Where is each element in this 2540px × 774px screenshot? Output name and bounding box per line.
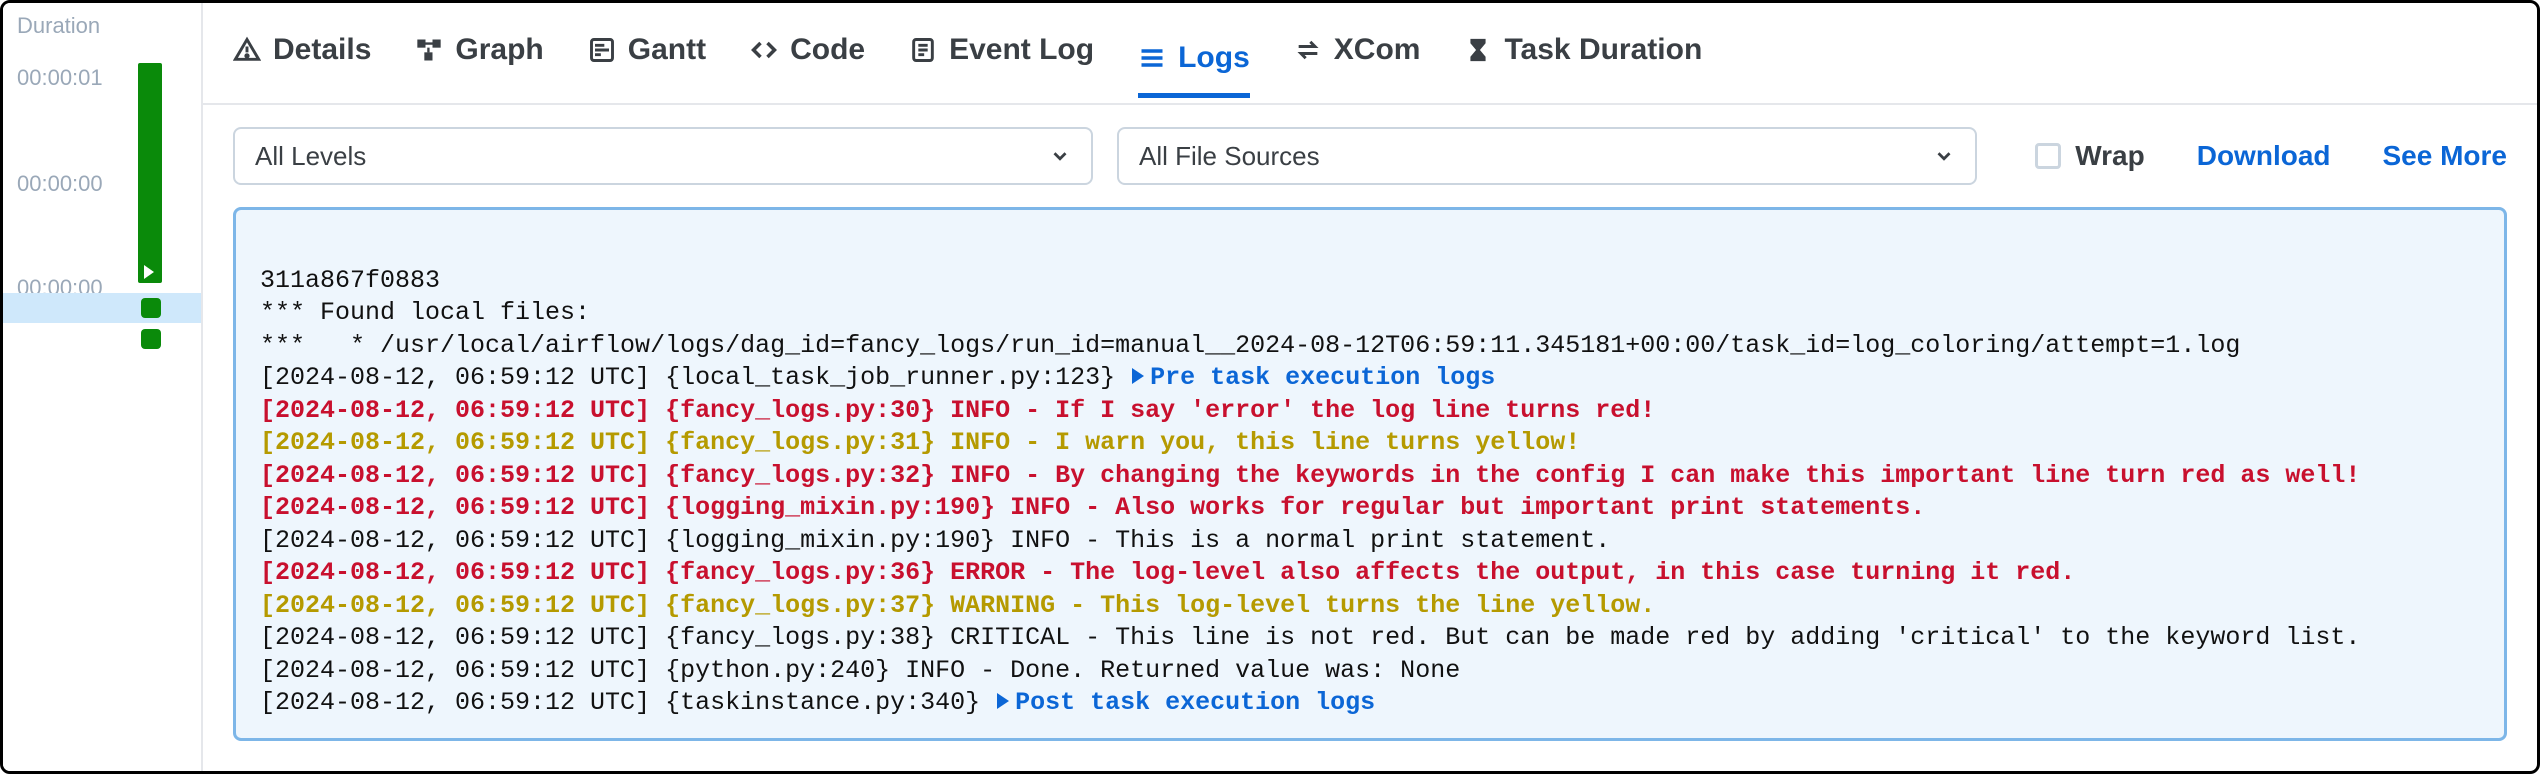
- log-line: [2024-08-12, 06:59:12 UTC] {fancy_logs.p…: [260, 623, 2360, 652]
- play-icon: [144, 265, 154, 279]
- log-line: *** * /usr/local/airflow/logs/dag_id=fan…: [260, 331, 2240, 360]
- tab-label: Task Duration: [1504, 33, 1702, 67]
- log-line: *** Found local files:: [260, 298, 590, 327]
- tab-logs[interactable]: Logs: [1138, 41, 1250, 98]
- log-level-select[interactable]: All Levels: [233, 127, 1093, 185]
- duration-sidebar: Duration 00:00:01 00:00:00 00:00:00: [3, 3, 203, 771]
- tab-label: Gantt: [628, 33, 706, 67]
- log-output-panel[interactable]: 311a867f0883 *** Found local files: *** …: [233, 207, 2507, 741]
- file-source-select[interactable]: All File Sources: [1117, 127, 1977, 185]
- sidebar-title: Duration: [3, 3, 201, 44]
- log-line: [2024-08-12, 06:59:12 UTC] {logging_mixi…: [260, 526, 1610, 555]
- tab-code[interactable]: Code: [750, 33, 865, 85]
- tab-label: Logs: [1178, 41, 1250, 75]
- log-line: [2024-08-12, 06:59:12 UTC] {logging_mixi…: [260, 493, 1925, 522]
- expand-triangle-icon[interactable]: [997, 693, 1009, 709]
- tab-graph[interactable]: Graph: [415, 33, 543, 85]
- tab-label: Event Log: [949, 33, 1094, 67]
- log-line: [2024-08-12, 06:59:12 UTC] {fancy_logs.p…: [260, 461, 2360, 490]
- hourglass-icon: [1464, 36, 1492, 64]
- code-icon: [750, 36, 778, 64]
- tab-label: XCom: [1334, 33, 1421, 67]
- graph-nodes-icon: [415, 36, 443, 64]
- log-section-link[interactable]: Post task execution logs: [1015, 688, 1375, 717]
- tab-label: Details: [273, 33, 371, 67]
- log-line: [2024-08-12, 06:59:12 UTC] {python.py:24…: [260, 656, 1460, 685]
- log-line: [2024-08-12, 06:59:12 UTC] {fancy_logs.p…: [260, 591, 1655, 620]
- log-line: [2024-08-12, 06:59:12 UTC] {fancy_logs.p…: [260, 558, 2075, 587]
- log-line-prefix: [2024-08-12, 06:59:12 UTC] {taskinstance…: [260, 688, 995, 717]
- checkbox-icon: [2035, 143, 2061, 169]
- log-line: [2024-08-12, 06:59:12 UTC] {fancy_logs.p…: [260, 396, 1655, 425]
- logs-icon: [1138, 44, 1166, 72]
- tab-event-log[interactable]: Event Log: [909, 33, 1094, 85]
- wrap-toggle[interactable]: Wrap: [2035, 140, 2145, 172]
- gantt-icon: [588, 36, 616, 64]
- tick-label-1: 00:00:01: [17, 65, 103, 91]
- tab-gantt[interactable]: Gantt: [588, 33, 706, 85]
- tab-label: Graph: [455, 33, 543, 67]
- warning-triangle-icon: [233, 36, 261, 64]
- see-more-button[interactable]: See More: [2383, 140, 2508, 172]
- app-frame: Duration 00:00:01 00:00:00 00:00:00 Deta…: [0, 0, 2540, 774]
- select-value: All Levels: [255, 141, 366, 172]
- log-line: 311a867f0883: [260, 266, 440, 295]
- swap-arrows-icon: [1294, 36, 1322, 64]
- log-line: [2024-08-12, 06:59:12 UTC] {fancy_logs.p…: [260, 428, 1580, 457]
- task-status-square-2[interactable]: [141, 329, 161, 349]
- tab-bar: Details Graph Gantt Code: [203, 3, 2537, 105]
- chevron-down-icon: [1933, 145, 1955, 167]
- tab-xcom[interactable]: XCom: [1294, 33, 1421, 85]
- tick-label-2: 00:00:00: [17, 171, 103, 197]
- tab-details[interactable]: Details: [233, 33, 371, 85]
- select-value: All File Sources: [1139, 141, 1320, 172]
- log-line-prefix: [2024-08-12, 06:59:12 UTC] {local_task_j…: [260, 363, 1130, 392]
- log-section-link[interactable]: Pre task execution logs: [1150, 363, 1495, 392]
- event-log-icon: [909, 36, 937, 64]
- wrap-label: Wrap: [2075, 140, 2145, 172]
- duration-bar-run[interactable]: [138, 63, 162, 283]
- download-button[interactable]: Download: [2197, 140, 2331, 172]
- task-status-square-1[interactable]: [141, 298, 161, 318]
- log-toolbar: All Levels All File Sources Wrap Downloa…: [203, 105, 2537, 207]
- tab-task-duration[interactable]: Task Duration: [1464, 33, 1702, 85]
- main-panel: Details Graph Gantt Code: [203, 3, 2537, 771]
- chevron-down-icon: [1049, 145, 1071, 167]
- selected-task-row[interactable]: [3, 293, 201, 323]
- tab-label: Code: [790, 33, 865, 67]
- expand-triangle-icon[interactable]: [1132, 368, 1144, 384]
